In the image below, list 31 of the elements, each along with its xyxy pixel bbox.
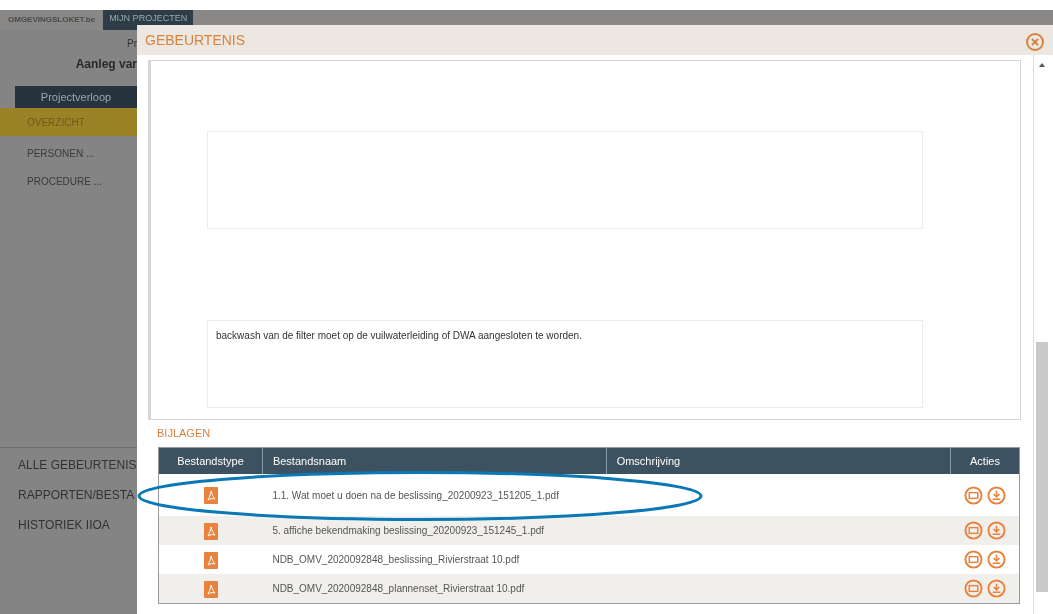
project-title: Aanleg var <box>75 56 137 73</box>
project-label: Pr <box>127 37 137 51</box>
preview-icon[interactable] <box>963 578 983 598</box>
sidebar-link[interactable]: HISTORIEK IIOA <box>18 516 137 534</box>
modal-title: GEBEURTENIS <box>145 30 246 50</box>
preview-icon[interactable] <box>963 521 983 540</box>
scroll-thumb[interactable] <box>1035 342 1048 592</box>
description-text: backwash van de filter moet op de vuilwaterleiding of DWA aangesloten te worden. <box>216 330 582 341</box>
scroll-up-icon[interactable] <box>1038 63 1045 67</box>
pdf-file-icon <box>203 522 218 540</box>
preview-icon[interactable] <box>963 550 983 569</box>
download-icon[interactable] <box>986 550 1006 569</box>
sidebar-link[interactable]: ALLE GEBEURTENIS <box>18 456 137 474</box>
file-name[interactable]: 5. affiche bekendmaking beslissing_20200923_151245_1.pdf <box>272 525 545 536</box>
file-name[interactable]: 1.1. Wat moet u doen na de beslissing_20200923_151205_1.pdf <box>272 489 559 501</box>
download-icon[interactable] <box>986 521 1006 540</box>
file-name[interactable]: NDB_OMV_2020092848_plannenset_Rivierstraat 10.pdf <box>272 582 525 594</box>
pdf-file-icon <box>203 580 218 598</box>
scrollbar[interactable] <box>1033 55 1049 614</box>
sidebar-item[interactable]: PERSONEN ... <box>0 139 137 167</box>
download-icon[interactable] <box>986 485 1006 505</box>
file-name[interactable]: NDB_OMV_2020092848_beslissing_Rivierstraat 10.pdf <box>272 554 520 565</box>
pdf-file-icon <box>203 487 218 505</box>
pdf-file-icon <box>203 551 218 569</box>
download-icon[interactable] <box>986 578 1006 598</box>
sidebar-link[interactable]: RAPPORTEN/BESTA <box>18 486 137 504</box>
preview-icon[interactable] <box>963 485 983 505</box>
attachments-heading: BIJLAGEN <box>157 426 212 441</box>
sidebar-item[interactable]: PROCEDURE ... <box>0 167 137 195</box>
close-icon[interactable] <box>1025 32 1045 52</box>
logo[interactable]: OMGEVINGSLOKET.be <box>8 14 96 26</box>
